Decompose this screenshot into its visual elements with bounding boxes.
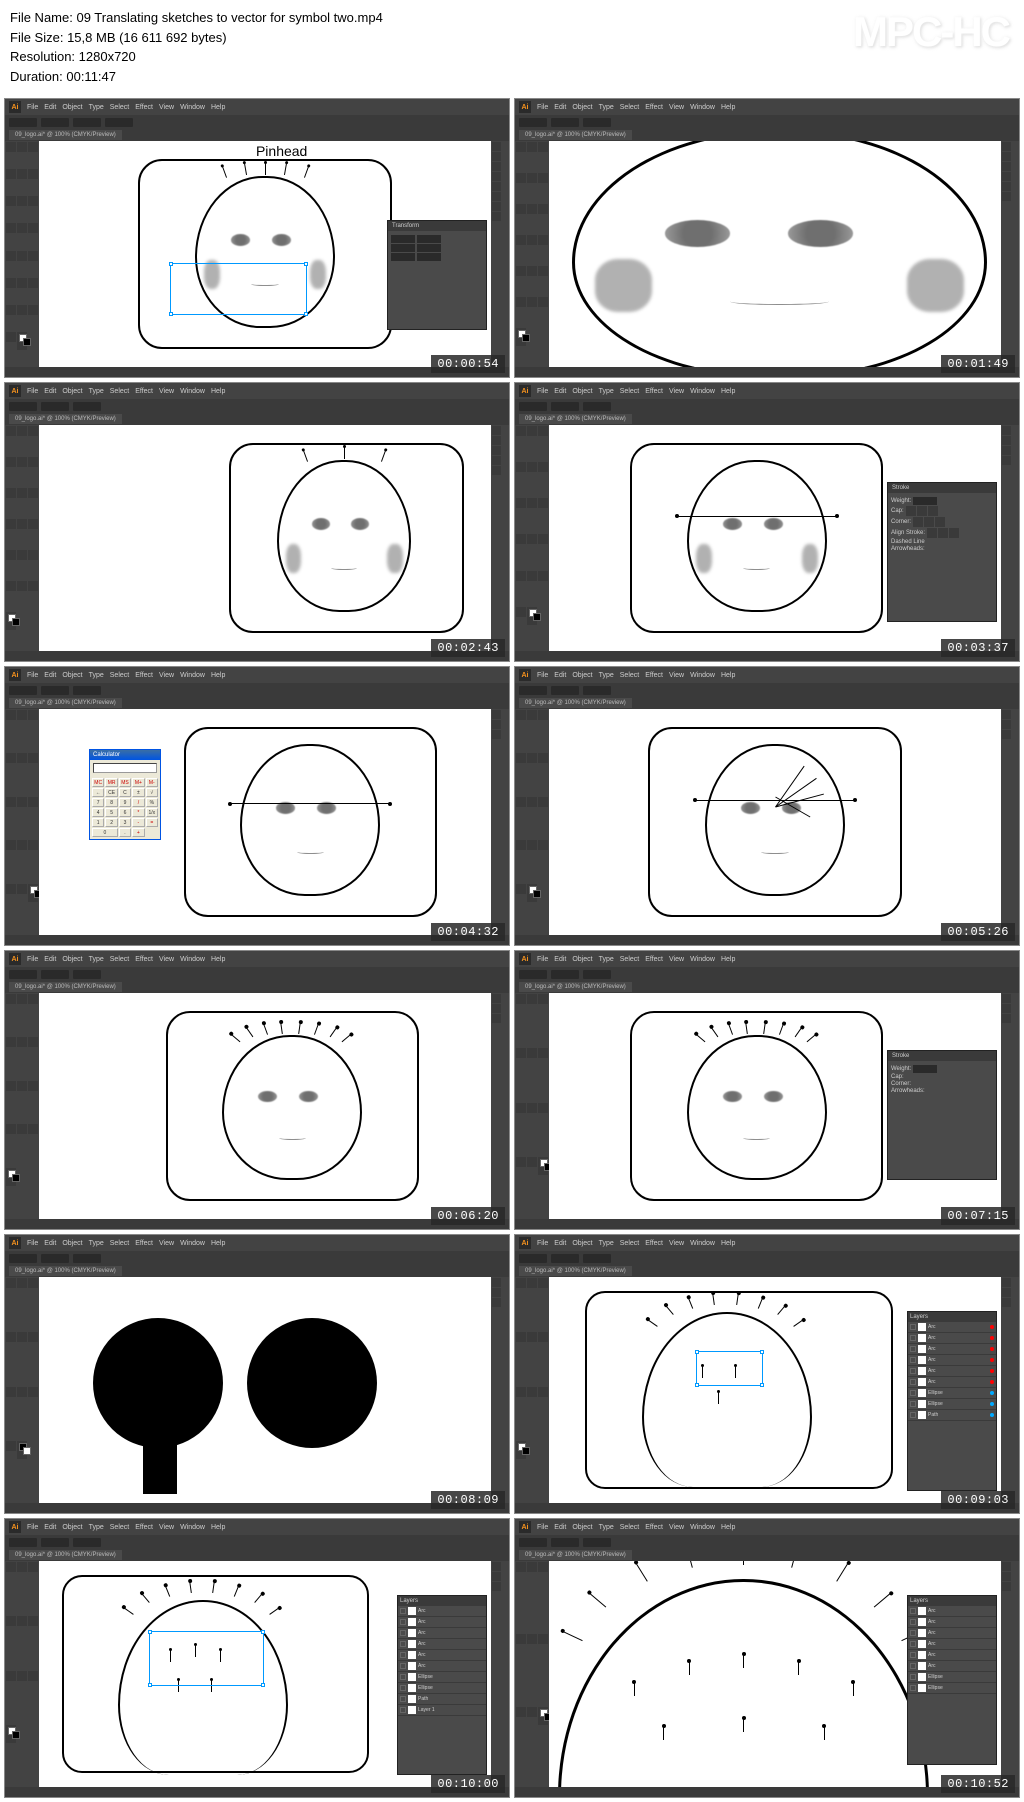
transform-panel[interactable]: Transform xyxy=(387,220,487,330)
thumbnail-2[interactable]: AiFileEditObjectTypeSelectEffectViewWind… xyxy=(514,98,1020,378)
canvas-zoomed[interactable] xyxy=(549,141,1001,367)
thumbnail-7[interactable]: AiFileEditObjectTypeSelectEffectViewWind… xyxy=(4,950,510,1230)
pin-stem xyxy=(143,1424,177,1494)
stroke-panel[interactable]: Stroke Weight: Cap: Corner: Align Stroke… xyxy=(887,482,997,622)
thumbnail-4[interactable]: AiFileEditObjectTypeSelectEffectViewWind… xyxy=(514,382,1020,662)
right-panel-dock[interactable] xyxy=(491,141,509,367)
illustrator-icon: Ai xyxy=(9,101,21,113)
layers-panel[interactable]: Layers Arc Arc Arc Arc Arc Arc Ellipse E… xyxy=(397,1595,487,1775)
timestamp: 00:00:54 xyxy=(431,355,505,373)
thumbnail-8[interactable]: AiFileEditObjectTypeSelectEffectViewWind… xyxy=(514,950,1020,1230)
color-swatch[interactable] xyxy=(17,332,27,350)
pin-head-circle-2 xyxy=(247,1318,377,1448)
thumbnail-3[interactable]: AiFileEditObjectTypeSelectEffectViewWind… xyxy=(4,382,510,662)
thumbnail-11[interactable]: AiFileEditObjectTypeSelectEffectViewWind… xyxy=(4,1518,510,1798)
menubar: Ai FileEditObjectTypeSelectEffectViewWin… xyxy=(5,99,509,115)
toolbox[interactable] xyxy=(5,141,39,367)
tab-bar: 09_logo.ai* @ 100% (CMYK/Preview) xyxy=(5,129,509,141)
layers-panel[interactable]: Layers Arc Arc Arc Arc Arc Arc Ellipse E… xyxy=(907,1595,997,1765)
document-tab[interactable]: 09_logo.ai* @ 100% (CMYK/Preview) xyxy=(9,130,122,140)
thumbnail-12[interactable]: AiFileEditObjectTypeSelectEffectViewWind… xyxy=(514,1518,1020,1798)
stroke-panel[interactable]: Stroke Weight: Cap: Corner: Arrowheads: xyxy=(887,1050,997,1180)
file-info-header: File Name: 09 Translating sketches to ve… xyxy=(0,0,1024,94)
mpc-hc-watermark: MPC-HC xyxy=(853,8,1009,56)
layers-panel[interactable]: Layers Arc Arc Arc Arc Arc Arc Ellipse E… xyxy=(907,1311,997,1491)
control-bar xyxy=(5,115,509,129)
calculator-window[interactable]: Calculator MCMRMSM+M- ←CEC±√ 789/% 456*1… xyxy=(89,749,161,840)
thumbnail-10[interactable]: AiFileEditObjectTypeSelectEffectViewWind… xyxy=(514,1234,1020,1514)
pinhead-label: Pinhead xyxy=(256,143,307,159)
thumbnail-grid: Ai FileEditObjectTypeSelectEffectViewWin… xyxy=(0,94,1024,1802)
canvas[interactable]: Pinhead xyxy=(39,141,491,367)
calc-display xyxy=(93,763,157,773)
thumbnail-9[interactable]: AiFileEditObjectTypeSelectEffectViewWind… xyxy=(4,1234,510,1514)
thumbnail-5[interactable]: AiFileEditObjectTypeSelectEffectViewWind… xyxy=(4,666,510,946)
duration: Duration: 00:11:47 xyxy=(10,67,1014,87)
thumbnail-1[interactable]: Ai FileEditObjectTypeSelectEffectViewWin… xyxy=(4,98,510,378)
thumbnail-6[interactable]: AiFileEditObjectTypeSelectEffectViewWind… xyxy=(514,666,1020,946)
